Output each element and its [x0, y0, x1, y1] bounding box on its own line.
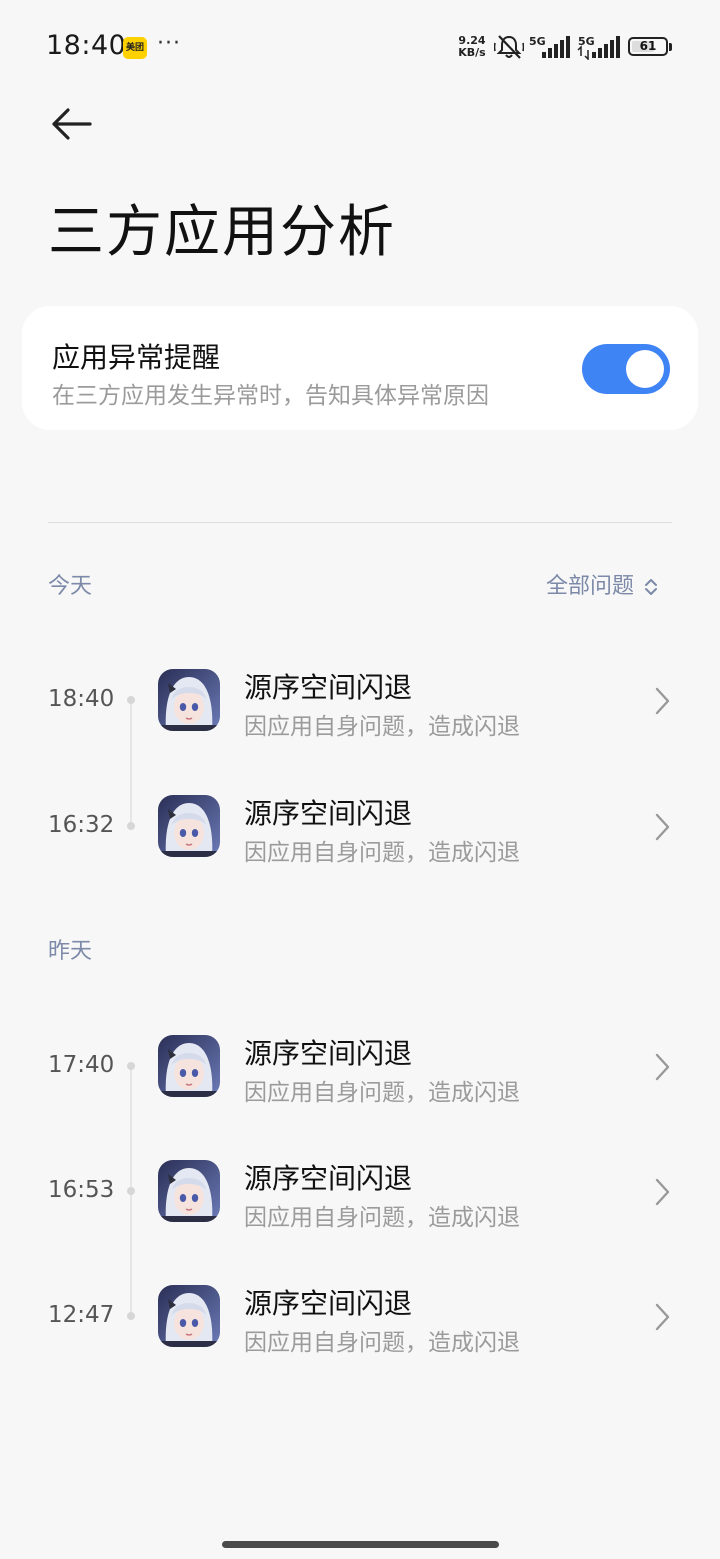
crash-reason: 因应用自身问题，造成闪退	[244, 1205, 520, 1231]
chevron-right-icon	[655, 813, 670, 841]
mute-bell-icon	[494, 35, 524, 59]
crash-reason: 因应用自身问题，造成闪退	[244, 714, 520, 740]
alert-card-subtitle: 在三方应用发生异常时，告知具体异常原因	[52, 383, 489, 409]
divider	[48, 522, 672, 523]
app-crash-title: 源序空间闪退	[244, 1037, 413, 1070]
event-time: 12:47	[48, 1302, 115, 1328]
crash-reason: 因应用自身问题，造成闪退	[244, 840, 520, 866]
list-item[interactable]: 17:40 源序空间闪退 因应用自身问题，造成闪退	[0, 1016, 720, 1116]
app-icon	[158, 1285, 220, 1347]
app-crash-title: 源序空间闪退	[244, 1287, 413, 1320]
toggle-knob	[626, 350, 664, 388]
page-title: 三方应用分析	[48, 200, 396, 265]
timeline-dot	[127, 1312, 135, 1320]
network-speed-unit: KB/s	[458, 46, 486, 59]
event-time: 16:53	[48, 1177, 115, 1203]
section-label-today: 今天	[48, 574, 93, 599]
crash-reason: 因应用自身问题，造成闪退	[244, 1080, 520, 1106]
event-time: 17:40	[48, 1052, 115, 1078]
battery-tip	[669, 43, 672, 51]
sort-chevrons-icon	[645, 579, 658, 595]
more-notifications-icon: ···	[157, 31, 181, 56]
battery-level: 61	[639, 39, 657, 53]
filter-dropdown[interactable]: 全部问题	[546, 568, 658, 600]
app-icon	[158, 669, 220, 731]
back-arrow-icon[interactable]	[48, 100, 96, 148]
meituan-notification-icon: 美团	[123, 37, 147, 59]
timeline-dot	[127, 822, 135, 830]
cellular-signal-1-icon: 5G	[529, 35, 570, 58]
app-icon	[158, 1035, 220, 1097]
list-item[interactable]: 18:40 源序空间闪退 因应用自身问题，造成闪退	[0, 650, 720, 750]
event-time: 16:32	[48, 812, 115, 838]
status-time: 18:40	[46, 30, 127, 61]
list-item[interactable]: 16:32 源序空间闪退 因应用自身问题，造成闪退	[0, 776, 720, 876]
signal-1-label: 5G	[529, 35, 546, 48]
status-bar: 18:40 美团 ··· 9.24 KB/s 5G 5G 61	[0, 0, 720, 95]
app-icon	[158, 795, 220, 857]
network-speed: 9.24 KB/s	[455, 35, 489, 59]
crash-reason: 因应用自身问题，造成闪退	[244, 1330, 520, 1356]
chevron-right-icon	[655, 1178, 670, 1206]
timeline-dot	[127, 696, 135, 704]
list-item[interactable]: 16:53 源序空间闪退 因应用自身问题，造成闪退	[0, 1141, 720, 1241]
chevron-right-icon	[655, 687, 670, 715]
timeline-dot	[127, 1187, 135, 1195]
alert-card-title: 应用异常提醒	[52, 341, 221, 374]
alert-toggle-switch[interactable]	[582, 344, 670, 394]
section-label-yesterday: 昨天	[48, 939, 93, 964]
chevron-right-icon	[655, 1303, 670, 1331]
app-icon	[158, 1160, 220, 1222]
home-indicator[interactable]	[222, 1541, 499, 1548]
cellular-signal-2-icon: 5G	[577, 35, 620, 60]
signal-2-label: 5G	[578, 35, 595, 48]
timeline-dot	[127, 1062, 135, 1070]
app-exception-alert-card: 应用异常提醒 在三方应用发生异常时，告知具体异常原因	[22, 306, 698, 430]
app-crash-title: 源序空间闪退	[244, 671, 413, 704]
app-crash-title: 源序空间闪退	[244, 1162, 413, 1195]
battery-icon: 61	[628, 37, 668, 56]
app-crash-title: 源序空间闪退	[244, 797, 413, 830]
event-time: 18:40	[48, 686, 115, 712]
list-item[interactable]: 12:47 源序空间闪退 因应用自身问题，造成闪退	[0, 1266, 720, 1366]
filter-label: 全部问题	[546, 574, 635, 599]
chevron-right-icon	[655, 1053, 670, 1081]
